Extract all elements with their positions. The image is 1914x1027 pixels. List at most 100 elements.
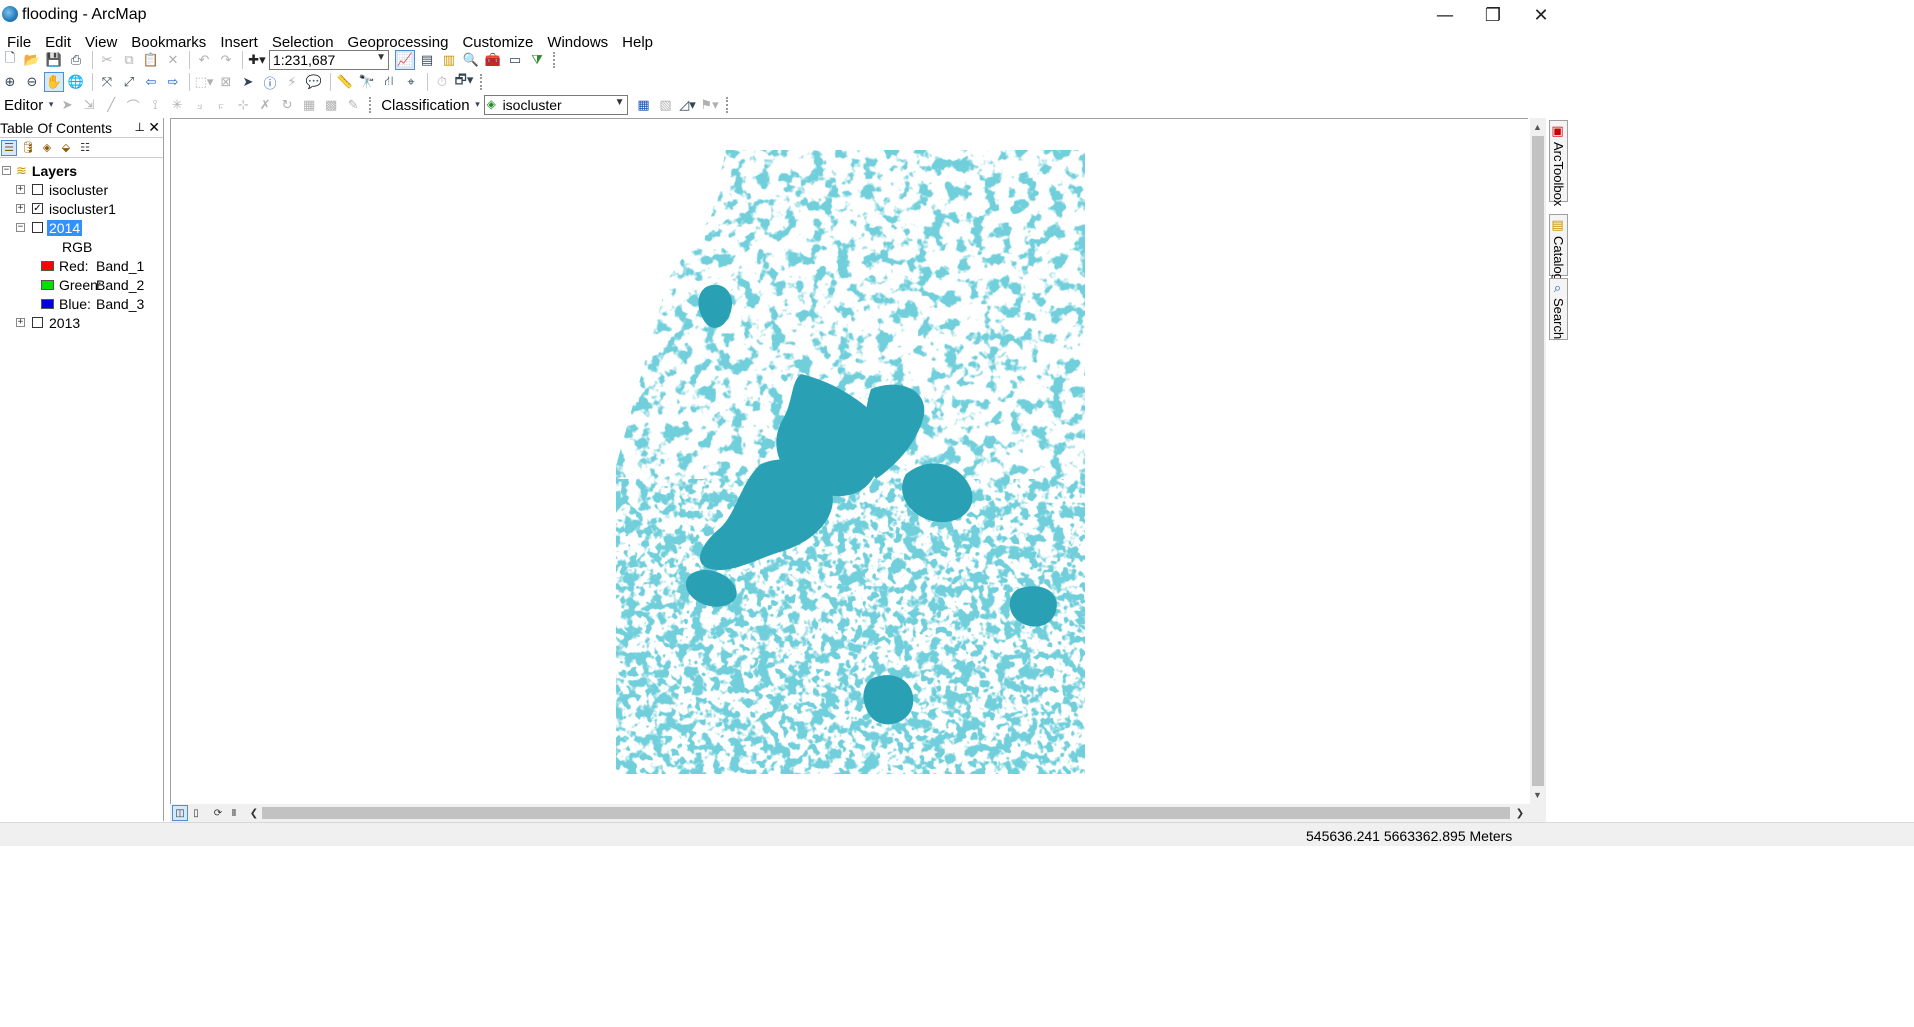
list-by-visibility-icon[interactable]: ◈ [39,140,55,156]
sketch-properties-icon[interactable]: ▩ [321,95,341,115]
toolbar-grip[interactable] [369,97,373,113]
map-display[interactable] [170,118,1528,804]
measure-icon[interactable]: 📏 [335,72,355,92]
vertical-scroll-thumb[interactable] [1532,136,1544,786]
catalog-tab[interactable]: ▤ Catalog [1549,214,1568,281]
split-icon[interactable]: ✗ [255,95,275,115]
pin-icon[interactable]: ⊥ [135,120,145,134]
menu-help[interactable]: Help [615,32,660,54]
back-arrow-icon[interactable]: ⇦ [141,72,161,92]
identify-icon[interactable]: ⓘ [260,72,280,92]
go-to-xy-icon[interactable]: ⌖ [401,72,421,92]
pause-drawing-icon[interactable]: Ⅱ [226,805,242,821]
print-icon[interactable]: ⎙ [66,50,86,70]
save-icon[interactable]: 💾 [44,50,64,70]
html-popup-icon[interactable]: 💬 [304,72,324,92]
toc-options-icon[interactable]: ☷ [77,140,93,156]
collapse-icon[interactable]: − [2,166,11,175]
layer-name[interactable]: isocluster [49,182,108,198]
point-icon[interactable]: ✳ [167,95,187,115]
map-scale-combo[interactable]: 1:231,687 ▼ [269,50,389,70]
create-features-icon[interactable]: ✎ [343,95,363,115]
layer-visibility-checkbox[interactable] [32,184,43,195]
list-by-source-icon[interactable]: 🛢 [20,140,36,156]
data-view-icon[interactable]: ◫ [172,805,188,821]
find-binoculars-icon[interactable]: 🔭 [357,72,377,92]
layer-name[interactable]: 2014 [47,219,83,236]
chevron-down-icon[interactable]: ▾ [47,95,55,115]
scroll-up-icon[interactable]: ▲ [1533,122,1542,132]
edit-tool-icon[interactable]: ➤ [57,95,77,115]
expand-icon[interactable]: + [16,204,25,213]
layer-row-2014[interactable]: − 2014 [16,218,83,237]
classification-menu-button[interactable]: Classification [377,97,473,114]
chevron-down-icon[interactable]: ▼ [376,52,386,63]
pan-hand-icon[interactable]: ✋ [44,72,64,92]
search-window-icon[interactable]: 🔍 [461,50,481,70]
restore-button[interactable]: ❐ [1470,0,1516,30]
edit-vertices-icon[interactable]: ⟓ [189,95,209,115]
layer-name[interactable]: 2013 [49,315,80,331]
layer-row-isocluster[interactable]: + isocluster [16,180,108,199]
add-data-icon[interactable]: ✚▾ [247,50,267,70]
horizontal-scroll-thumb[interactable] [262,807,1510,819]
copy-icon[interactable]: ⧉ [119,50,139,70]
find-route-icon[interactable]: ⛙ [379,72,399,92]
classification-layer-combo[interactable]: ◈ isocluster ▼ [483,95,628,115]
scroll-down-icon[interactable]: ▼ [1533,790,1542,800]
select-features-icon[interactable]: ⬚▾ [194,72,214,92]
fixed-zoom-in-icon[interactable]: ⤧ [97,72,117,92]
toolbar-grip[interactable] [480,74,484,90]
redo-icon[interactable]: ↷ [216,50,236,70]
edit-annotation-icon[interactable]: ⇲ [79,95,99,115]
create-viewer-window-icon[interactable]: 🗗▾ [454,72,474,92]
arctoolbox-tab[interactable]: ▣ ArcToolbox [1549,120,1568,206]
zoom-in-icon[interactable]: ⊕ [0,72,20,92]
full-extent-globe-icon[interactable]: 🌐 [66,72,86,92]
catalog-window-icon[interactable]: ▥ [439,50,459,70]
layout-view-icon[interactable]: ▯ [188,805,204,821]
close-icon[interactable]: ✕ [148,119,160,136]
cut-icon[interactable]: ✂ [97,50,117,70]
attributes-icon[interactable]: ▦ [299,95,319,115]
search-tab[interactable]: ⌕ Search [1549,278,1568,340]
scroll-right-icon[interactable]: ❯ [1512,805,1528,821]
chevron-down-icon[interactable]: ▾ [474,95,482,115]
scroll-left-icon[interactable]: ❮ [246,805,262,821]
arctoolbox-window-icon[interactable]: 🧰 [483,50,503,70]
delete-icon[interactable]: ✕ [163,50,183,70]
table-of-contents-window-icon[interactable]: ▤ [417,50,437,70]
expand-icon[interactable]: + [16,318,25,327]
python-window-icon[interactable]: ▭ [505,50,525,70]
paste-icon[interactable]: 📋 [141,50,161,70]
clear-selection-icon[interactable]: ⊠ [216,72,236,92]
toolbar-grip[interactable] [553,52,557,68]
new-document-icon[interactable]: 🗋 [0,50,20,70]
toolbar-grip[interactable] [725,97,730,113]
layers-root[interactable]: − ≋ Layers [2,161,77,180]
layer-visibility-checkbox[interactable]: ✓ [32,203,43,214]
endpoint-arc-icon[interactable]: ⌒ [123,95,143,115]
close-button[interactable]: ✕ [1518,0,1564,30]
straight-segment-icon[interactable]: ╱ [101,95,121,115]
layer-row-2013[interactable]: + 2013 [16,313,80,332]
select-elements-arrow-icon[interactable]: ➤ [238,72,258,92]
draw-polygon-icon[interactable]: ◿▾ [678,95,698,115]
reshape-icon[interactable]: ⟔ [211,95,231,115]
layer-name[interactable]: isocluster1 [49,201,116,217]
rotate-icon[interactable]: ↻ [277,95,297,115]
refresh-icon[interactable]: ⟳ [210,805,226,821]
minimize-button[interactable]: — [1422,0,1468,30]
training-sample-manager-icon[interactable]: ▦ [634,95,654,115]
undo-icon[interactable]: ↶ [194,50,214,70]
hyperlink-icon[interactable]: ⚡ [282,72,302,92]
layer-visibility-checkbox[interactable] [32,317,43,328]
reset-icon[interactable]: ▧ [656,95,676,115]
trace-icon[interactable]: ⟟ [145,95,165,115]
editor-menu-button[interactable]: Editor [0,97,47,114]
editor-toolbar-toggle-icon[interactable]: 📈 [395,50,415,70]
layer-visibility-checkbox[interactable] [32,222,43,233]
open-icon[interactable]: 📂 [22,50,42,70]
time-slider-icon[interactable]: ⏱ [432,72,452,92]
model-builder-icon[interactable]: ⧩ [527,50,547,70]
